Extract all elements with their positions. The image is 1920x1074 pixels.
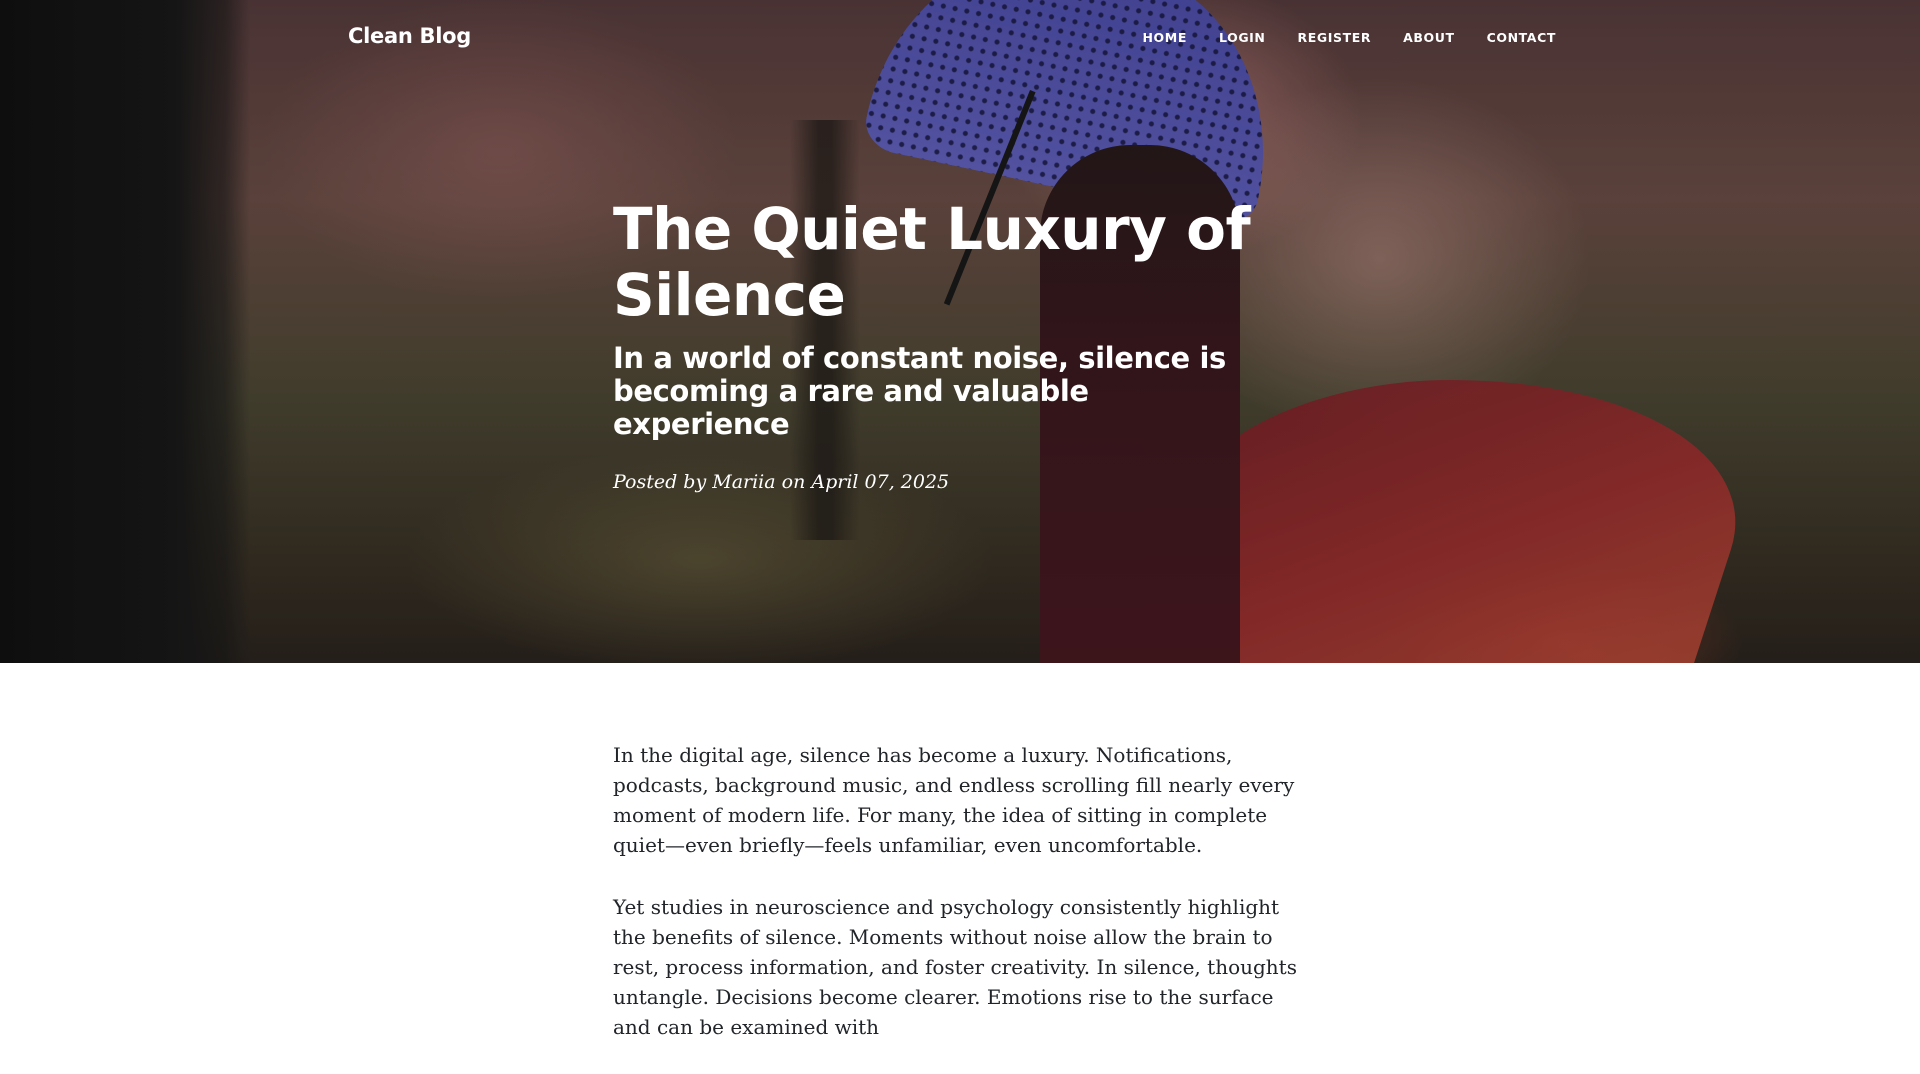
nav-links: HOME LOGIN REGISTER ABOUT CONTACT	[1143, 30, 1557, 45]
post-article: In the digital age, silence has become a…	[613, 740, 1313, 1074]
nav-link-home[interactable]: HOME	[1143, 30, 1187, 45]
post-meta: Posted by Mariia on April 07, 2025	[613, 471, 1313, 493]
main-navbar: Clean Blog HOME LOGIN REGISTER ABOUT CON…	[0, 0, 1920, 75]
post-author: Mariia	[712, 471, 776, 493]
post-date: April 07, 2025	[811, 471, 950, 493]
nav-link-about[interactable]: ABOUT	[1403, 30, 1455, 45]
article-paragraph: In the digital age, silence has become a…	[613, 743, 1295, 857]
post-meta-prefix: Posted by	[613, 471, 707, 493]
nav-link-register[interactable]: REGISTER	[1298, 30, 1372, 45]
nav-link-login[interactable]: LOGIN	[1219, 30, 1266, 45]
post-subtitle: In a world of constant noise, silence is…	[613, 341, 1226, 441]
masthead-hero: Clean Blog HOME LOGIN REGISTER ABOUT CON…	[0, 0, 1920, 663]
article-paragraph: Yet studies in neuroscience and psycholo…	[613, 895, 1297, 1039]
post-heading: The Quiet Luxury of Silence In a world o…	[613, 196, 1313, 493]
post-meta-on: on	[781, 471, 806, 493]
brand-logo-link[interactable]: Clean Blog	[348, 24, 471, 48]
post-title: The Quiet Luxury of Silence	[613, 195, 1251, 329]
nav-link-contact[interactable]: CONTACT	[1487, 30, 1556, 45]
